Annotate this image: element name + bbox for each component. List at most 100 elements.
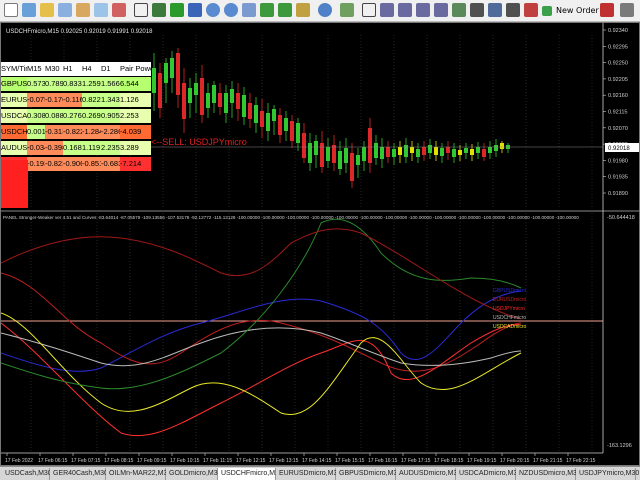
crosshair-icon[interactable] (134, 3, 148, 17)
time-label: 17 Feb 15:15 (335, 458, 365, 464)
price-axis: 0.92340 0.92295 0.92250 0.92205 0.92160 0.921… (603, 28, 628, 197)
chart-tab[interactable]: USDCADmicro,M30 (456, 468, 521, 480)
candle-body (488, 147, 492, 153)
panel-symbol: USDCHFmicro (1, 125, 27, 139)
chart-window[interactable]: USDCHFmicro,M15 0.92025 0.92019 0.91991 … (0, 22, 640, 466)
fibonacci-icon[interactable] (452, 3, 466, 17)
candle-body (434, 147, 438, 155)
line-chart-icon[interactable] (188, 3, 202, 17)
market-watch-icon[interactable] (40, 3, 54, 17)
time-label: 17 Feb 12:15 (236, 458, 266, 464)
channel-icon[interactable] (434, 3, 448, 17)
autotrading-icon[interactable] (600, 3, 614, 17)
profiles-icon[interactable] (22, 3, 36, 17)
price-label: 0.92070 (608, 126, 628, 132)
panel-value: 0.905 (101, 109, 120, 123)
chart-tab[interactable]: EURUSDmicro,M30 (276, 468, 341, 480)
panel-header: M15 (27, 62, 45, 76)
periods-icon[interactable] (318, 3, 332, 17)
candle-body (380, 147, 384, 159)
chart-shift-icon[interactable] (278, 3, 292, 17)
label-icon[interactable] (488, 3, 502, 17)
candlestick-icon[interactable] (170, 3, 184, 17)
candle-body (152, 68, 156, 93)
data-window-icon[interactable] (58, 3, 72, 17)
arrows-icon[interactable] (506, 3, 520, 17)
candle-body (266, 113, 270, 131)
panel-power: 1.126 (120, 93, 151, 107)
curve-label: EURUSDmicro (493, 297, 527, 303)
time-label: 17 Feb 13:15 (269, 458, 299, 464)
panel-value: 0.276 (63, 109, 82, 123)
curve-label: USDCHFmicro (493, 315, 526, 321)
candlesticks (152, 48, 510, 188)
strategy-tester-icon[interactable] (112, 3, 126, 17)
candle-body (452, 149, 456, 157)
bar-chart-icon[interactable] (152, 3, 166, 17)
candle-body (230, 89, 234, 103)
chart-tab[interactable]: AUDUSDmicro,M30 (396, 468, 461, 480)
time-label: 17 Feb 10:15 (170, 458, 200, 464)
panel-value: 0.573 (27, 77, 45, 91)
indicator-title: PANEL Stronger-Weaker ver 4.51 and Curve… (3, 215, 579, 220)
chart-tab[interactable]: USDCHFmicro,M15 (218, 468, 283, 480)
panel-value: 1.259 (82, 77, 101, 91)
panel-power: 2.253 (120, 109, 151, 123)
panel-power: 3.289 (120, 141, 151, 155)
horizontal-line-icon[interactable] (398, 3, 412, 17)
chart-tab[interactable]: USDCash,M30 (2, 468, 52, 480)
vertical-line-icon[interactable] (380, 3, 394, 17)
new-chart-icon[interactable] (4, 3, 18, 17)
panel-symbol: GBPUSDmicro (1, 77, 27, 91)
candle-body (194, 83, 198, 95)
candle-body (440, 148, 444, 156)
candle-body (248, 103, 252, 119)
panel-header: H1 (63, 62, 82, 76)
strength-curve (1, 322, 522, 437)
history-center-icon[interactable] (524, 3, 538, 17)
candle-body (458, 150, 462, 155)
trendline-icon[interactable] (416, 3, 430, 17)
navigator-icon[interactable] (76, 3, 90, 17)
candle-body (332, 145, 336, 163)
chart-tab[interactable]: GOLDmicro,M30 (166, 468, 222, 480)
candle-body (344, 148, 348, 163)
terminal-icon[interactable] (94, 3, 108, 17)
tile-windows-icon[interactable] (242, 3, 256, 17)
time-label: 17 Feb 22:15 (566, 458, 596, 464)
panel-power: -4.039 (120, 125, 151, 139)
candle-body (350, 153, 354, 181)
zoom-out-icon[interactable] (224, 3, 238, 17)
indicator-grid (30, 213, 593, 453)
panel-value: 0.001 (27, 125, 45, 139)
current-price-label: 0.92018 (608, 146, 630, 152)
candle-body (242, 95, 246, 117)
candle-body (278, 115, 282, 135)
curve-label: USDCADmicro (493, 324, 527, 330)
candle-body (236, 93, 240, 109)
curve-label: GBPUSDmicro (493, 288, 527, 294)
text-icon[interactable] (470, 3, 484, 17)
options-icon[interactable] (620, 3, 634, 17)
candle-body (446, 147, 450, 153)
panel-value: 1.119 (82, 141, 101, 155)
red-block (1, 160, 28, 208)
candle-body (224, 93, 228, 113)
indicators-icon[interactable] (296, 3, 310, 17)
chart-tab[interactable]: OILMn-MAR22,M30 (106, 468, 171, 480)
chart-tab[interactable]: GER40Cash,M30 (50, 468, 108, 480)
chart-tab[interactable]: NZDUSDmicro,M30 (516, 468, 581, 480)
candle-body (176, 53, 180, 95)
candle-body (374, 143, 378, 158)
cursor-icon[interactable] (362, 3, 376, 17)
indicator-pane: PANEL Stronger-Weaker ver 4.51 and Curve… (1, 213, 635, 453)
candle-body (260, 111, 264, 127)
templates-icon[interactable] (340, 3, 354, 17)
auto-scroll-icon[interactable] (260, 3, 274, 17)
chart-tab[interactable]: USDJPYmicro,M30 (576, 468, 639, 480)
zoom-in-icon[interactable] (206, 3, 220, 17)
panel-header: M30 (45, 62, 63, 76)
candle-body (476, 147, 480, 153)
new-order-button[interactable]: New Order (540, 3, 601, 19)
chart-tab[interactable]: GBPUSDmicro,M30 (336, 468, 401, 480)
